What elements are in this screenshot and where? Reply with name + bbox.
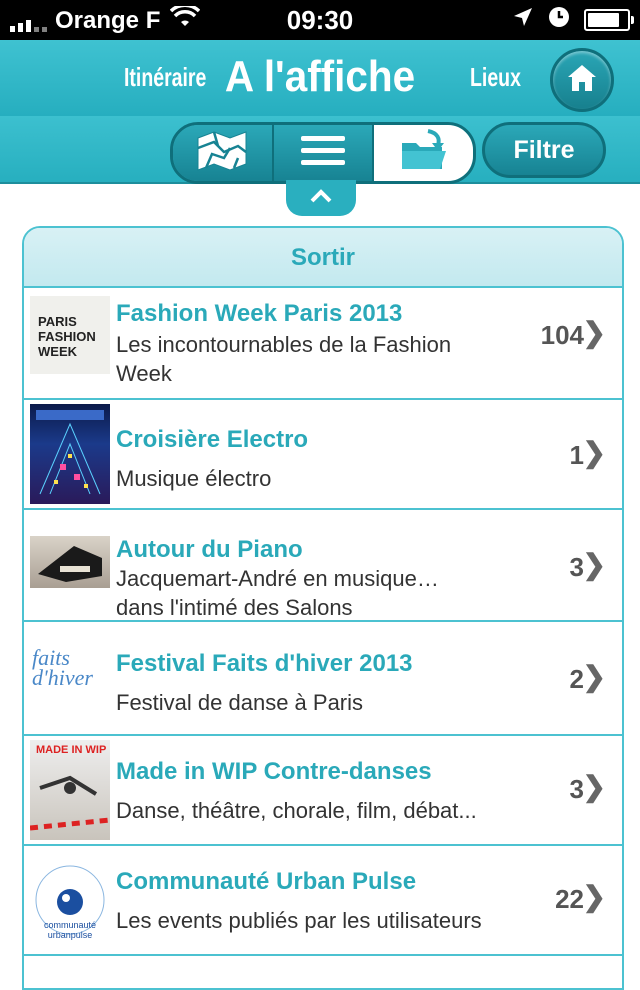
item-subtitle: Danse, théâtre, chorale, film, débat... — [116, 798, 477, 823]
list-icon — [301, 134, 345, 173]
item-count: 22 — [555, 884, 584, 914]
view-switcher — [170, 122, 476, 184]
location-arrow-icon — [512, 6, 534, 33]
item-subtitle: Les events publiés par les utilisateurs — [116, 908, 482, 933]
list-item[interactable]: Autour du Piano Jacquemart-André en musi… — [24, 510, 622, 622]
item-subtitle: Jacquemart-André en musique… dans l'inti… — [116, 566, 439, 620]
item-subtitle: Festival de danse à Paris — [116, 690, 364, 715]
status-right — [512, 6, 634, 33]
chevron-right-icon: ❯ — [582, 661, 606, 692]
chevron-right-icon: ❯ — [582, 881, 606, 912]
clock-icon — [548, 6, 570, 33]
events-card: Sortir PARIS FASHION WEEK Fashion Week P… — [22, 226, 624, 990]
item-title: Croisière Electro — [116, 426, 309, 453]
home-button[interactable] — [550, 48, 614, 112]
made-in-wip-thumbnail: MADE IN WIP — [30, 740, 110, 840]
fashion-week-thumbnail: PARIS FASHION WEEK — [30, 296, 110, 374]
item-title: Festival Faits d'hiver 2013 — [116, 650, 413, 677]
thumbnail-text: MADE IN WIP — [36, 744, 107, 756]
home-icon — [566, 63, 598, 98]
thumbnail-text: faits d'hiver — [32, 648, 93, 690]
item-title: Communauté Urban Pulse — [116, 868, 417, 895]
collapse-button[interactable] — [286, 180, 356, 216]
list-item[interactable]: communauté urbanpulse Communauté Urban P… — [24, 846, 622, 956]
item-title: Autour du Piano — [116, 536, 303, 563]
places-tab[interactable]: Lieux — [470, 62, 521, 93]
folder-download-icon — [400, 128, 448, 178]
item-subtitle: Musique électro — [116, 466, 272, 491]
item-subtitle: Les incontournables de la Fashion Week — [116, 332, 452, 386]
chevron-right-icon: ❯ — [582, 437, 606, 468]
status-bar: Orange F 09:30 — [0, 0, 640, 40]
saved-view-button[interactable] — [372, 125, 473, 181]
filter-button[interactable]: Filtre — [482, 122, 606, 178]
list-item[interactable]: MADE IN WIP Made in WIP Contre-danses Da… — [24, 736, 622, 846]
chevron-up-icon — [309, 188, 333, 209]
item-title: Fashion Week Paris 2013 — [116, 300, 403, 327]
urban-pulse-thumbnail: communauté urbanpulse — [30, 860, 110, 940]
item-count: 104 — [540, 320, 584, 350]
list-item[interactable]: Croisière Electro Musique électro 1 ❯ — [24, 400, 622, 510]
list-item[interactable]: PARIS FASHION WEEK Fashion Week Paris 20… — [24, 288, 622, 400]
battery-icon — [584, 8, 634, 31]
section-title: Sortir — [24, 228, 622, 288]
map-view-button[interactable] — [173, 125, 272, 181]
faits-dhiver-thumbnail: faits d'hiver — [30, 648, 110, 712]
thumbnail-text: PARIS FASHION WEEK — [38, 314, 96, 359]
thumbnail-text: communauté urbanpulse — [43, 920, 97, 940]
page-title: A l'affiche — [224, 52, 416, 101]
list-view-button[interactable] — [271, 125, 373, 181]
croisiere-electro-thumbnail — [30, 404, 110, 504]
view-toolbar: Filtre — [0, 116, 640, 184]
list-item[interactable]: faits d'hiver Festival Faits d'hiver 201… — [24, 622, 622, 736]
chevron-right-icon: ❯ — [582, 317, 606, 348]
piano-thumbnail — [30, 536, 110, 588]
app-header: Itinéraire A l'affiche Lieux — [0, 40, 640, 118]
chevron-right-icon: ❯ — [582, 771, 606, 802]
chevron-right-icon: ❯ — [582, 549, 606, 580]
item-title: Made in WIP Contre-danses — [116, 758, 432, 785]
map-icon — [194, 128, 250, 179]
